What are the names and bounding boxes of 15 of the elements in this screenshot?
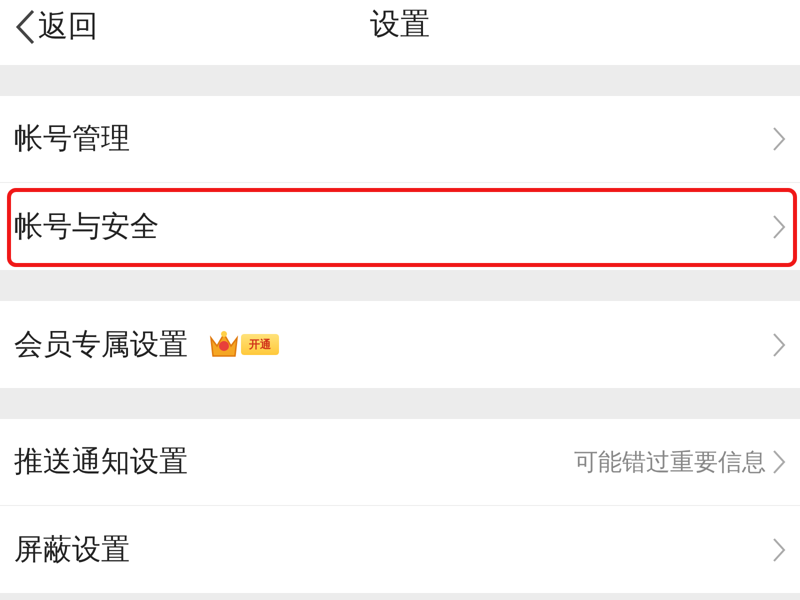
settings-item[interactable]: 推送通知设置 可能错过重要信息 xyxy=(0,419,800,506)
page-title: 设置 xyxy=(370,6,430,44)
settings-item[interactable]: 会员专属设置 开通 xyxy=(0,301,800,388)
chevron-icon xyxy=(772,449,786,475)
settings-item[interactable]: 帐号与安全 xyxy=(0,183,800,270)
settings-item[interactable]: 帐号管理 xyxy=(0,96,800,183)
back-button[interactable]: 返回 xyxy=(10,2,102,51)
vip-badge[interactable]: 开通 xyxy=(241,334,279,355)
item-hint: 可能错过重要信息 xyxy=(574,447,766,478)
settings-item[interactable]: 屏蔽设置 xyxy=(0,506,800,593)
chevron-icon xyxy=(772,332,786,358)
back-icon xyxy=(14,8,36,46)
chevron-icon xyxy=(772,536,786,562)
chevron-icon xyxy=(772,126,786,152)
chevron-icon xyxy=(772,214,786,240)
